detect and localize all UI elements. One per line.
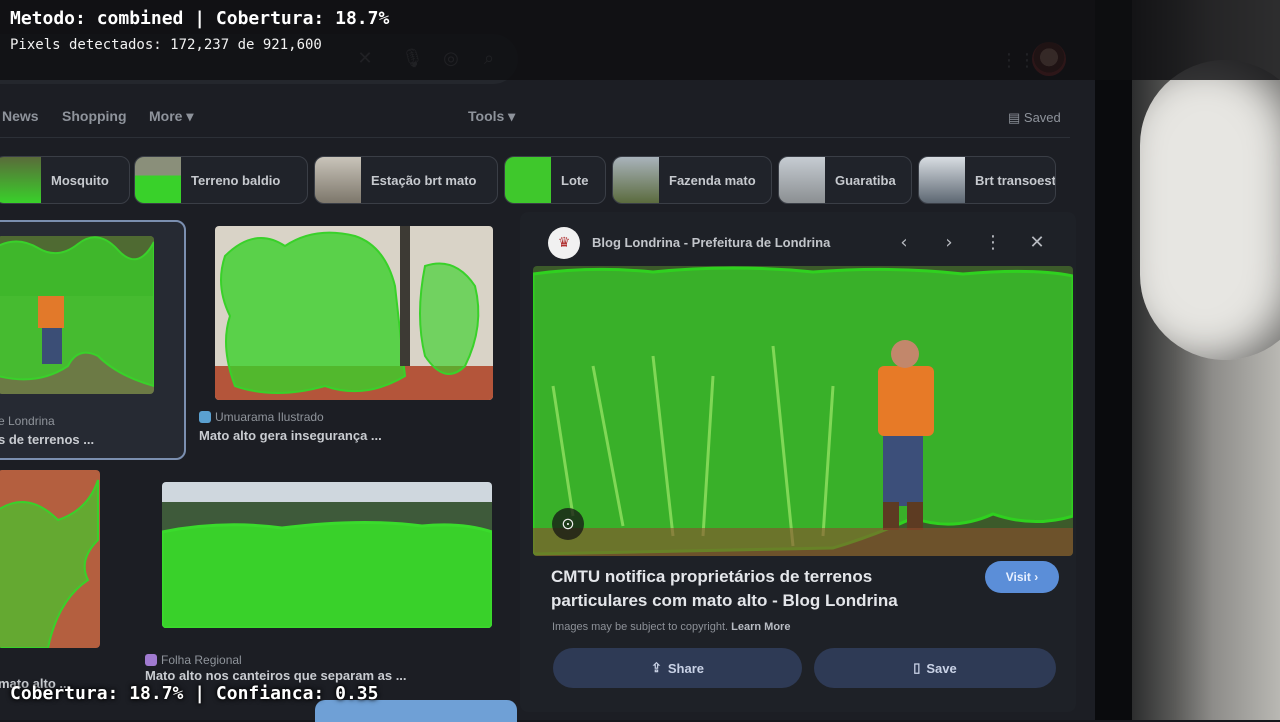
overlay-footer: Cobertura: 18.7% | Confianca: 0.35 (10, 683, 379, 704)
copyright-note: Images may be subject to copyright. Lear… (552, 621, 790, 633)
result-source-line: Umuarama Ilustrado (199, 410, 324, 424)
saved-label: Saved (1023, 110, 1061, 125)
source-favicon (145, 654, 157, 666)
result-image-art (162, 482, 492, 628)
save-button[interactable]: ▯ Save (814, 648, 1056, 688)
overlay-pixels: Pixels detectados: 172,237 de 921,600 (10, 37, 322, 53)
share-icon: ⇪ (650, 660, 662, 675)
result-image[interactable] (162, 482, 492, 628)
panel-headline[interactable]: CMTU notifica proprietários de terrenos … (551, 565, 971, 613)
nav-news[interactable]: News (2, 108, 39, 124)
preview-image-art (533, 266, 1073, 556)
nav-shopping[interactable]: Shopping (62, 108, 127, 124)
chip-label: Estação brt mato (371, 172, 477, 188)
chip-thumb (135, 157, 181, 203)
more-vert-icon[interactable]: ⋮ (982, 232, 1004, 254)
result-source: Umuarama Ilustrado (215, 410, 324, 424)
bookmark-icon: ▯ (913, 660, 921, 675)
chip-label: Fazenda mato (669, 172, 756, 188)
chip-label: Lote (561, 172, 589, 188)
panel-source[interactable]: Blog Londrina - Prefeitura de Londrina (592, 235, 830, 250)
result-source: e Londrina (0, 414, 55, 428)
chip-label: Brt transoeste (975, 172, 1056, 188)
result-image-art (215, 226, 493, 400)
learn-more-link[interactable]: Learn More (731, 621, 790, 633)
chip-thumb (613, 157, 659, 203)
chevron-left-icon[interactable]: ‹ (893, 232, 915, 254)
chip-label: Mosquito (51, 172, 109, 188)
result-image[interactable] (0, 470, 100, 648)
monitor-bezel (1092, 0, 1132, 720)
desk-object (1140, 60, 1280, 360)
saved-icon: ▤ (1008, 110, 1024, 125)
chip-thumb (779, 157, 825, 203)
result-title[interactable]: Mato alto nos canteiros que separam as .… (145, 668, 407, 683)
chip-guaratiba[interactable]: Guaratiba (778, 156, 912, 204)
result-image-art (0, 470, 100, 648)
share-button[interactable]: ⇪ Share (553, 648, 802, 688)
chevron-right-icon[interactable]: › (938, 232, 960, 254)
save-label: Save (926, 660, 957, 676)
chip-thumb (919, 157, 965, 203)
close-icon[interactable]: ✕ (1026, 232, 1048, 254)
result-title[interactable]: s de terrenos ... (0, 432, 94, 447)
share-label: Share (667, 660, 705, 676)
chip-thumb (315, 157, 361, 203)
source-favicon (199, 411, 211, 423)
chip-label: Guaratiba (835, 172, 896, 188)
result-title[interactable]: Mato alto gera insegurança ... (199, 428, 382, 443)
result-source-line: Folha Regional (145, 653, 242, 667)
chip-brt-transoeste[interactable]: Brt transoeste (918, 156, 1056, 204)
chip-estacao-brt-mato[interactable]: Estação brt mato (314, 156, 498, 204)
divider (0, 137, 1070, 138)
result-image-art (0, 236, 154, 394)
chip-fazenda-mato[interactable]: Fazenda mato (612, 156, 772, 204)
lens-icon[interactable]: ⊙ (552, 508, 584, 540)
copyright-text: Images may be subject to copyright. (552, 621, 729, 633)
chip-thumb (505, 157, 551, 203)
nav-tools[interactable]: Tools ▾ (468, 108, 515, 125)
result-image[interactable] (215, 226, 493, 400)
preview-image[interactable] (533, 266, 1073, 556)
result-image[interactable] (0, 236, 154, 394)
visit-button[interactable]: Visit › (985, 561, 1059, 593)
source-logo: ♛ (548, 227, 580, 259)
nav-more[interactable]: More ▾ (149, 108, 193, 125)
chip-lote[interactable]: Lote (504, 156, 606, 204)
chip-label: Terreno baldio (191, 172, 281, 188)
result-source: Folha Regional (161, 653, 242, 667)
saved-link[interactable]: ▤ Saved (1008, 110, 1061, 126)
overlay-title: Metodo: combined | Cobertura: 18.7% (10, 8, 390, 29)
chip-thumb (0, 157, 41, 203)
chip-mosquito[interactable]: Mosquito (0, 156, 130, 204)
chip-terreno-baldio[interactable]: Terreno baldio (134, 156, 308, 204)
